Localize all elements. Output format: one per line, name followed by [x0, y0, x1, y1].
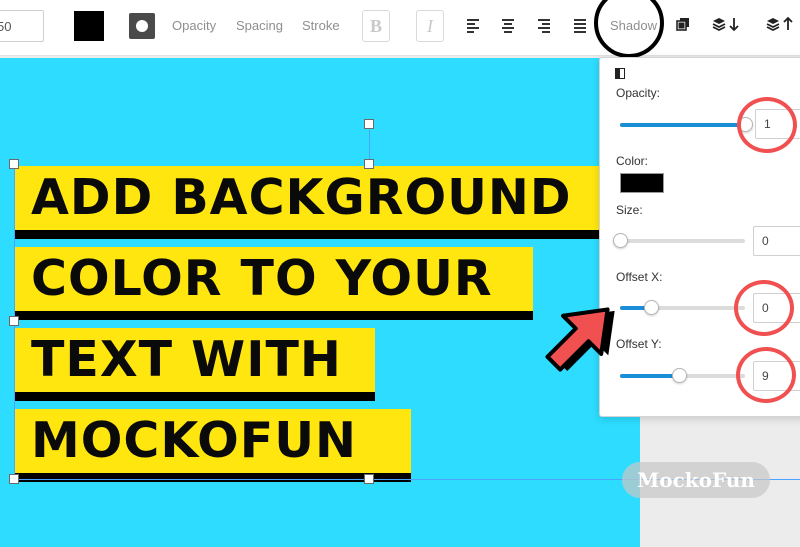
opacity-button[interactable]: Opacity	[172, 18, 216, 33]
resize-handle-bottom[interactable]	[364, 474, 374, 484]
size-slider[interactable]	[613, 233, 745, 248]
background-color-button[interactable]	[129, 13, 155, 39]
offset-y-slider-fill	[620, 374, 679, 378]
offset-y-slider[interactable]	[620, 368, 745, 383]
offset-x-slider-knob[interactable]	[644, 300, 660, 315]
align-right-icon[interactable]	[538, 19, 550, 33]
font-size-input[interactable]	[0, 10, 44, 42]
headline-line-3[interactable]: TEXT WITH	[15, 328, 375, 392]
circle-icon	[136, 20, 148, 32]
resize-handle-top[interactable]	[364, 159, 374, 169]
offset-x-label: Offset X:	[616, 270, 663, 284]
align-justify-icon[interactable]	[574, 19, 586, 33]
size-slider-knob[interactable]	[613, 233, 628, 248]
duplicate-icon[interactable]	[675, 16, 691, 32]
size-input[interactable]	[753, 226, 800, 256]
size-label: Size:	[616, 203, 643, 217]
color-label: Color:	[616, 154, 649, 168]
layer-up-icon[interactable]	[766, 16, 796, 34]
shadow-highlight-circle	[594, 0, 664, 58]
opacity-slider-fill	[620, 123, 745, 127]
resize-handle-bottom-left[interactable]	[9, 474, 19, 484]
bold-button[interactable]: B	[362, 10, 390, 42]
mockofun-watermark: MockoFun	[622, 462, 770, 498]
offset-y-highlight-circle	[736, 347, 796, 403]
opacity-slider[interactable]	[620, 117, 753, 132]
opacity-highlight-circle	[737, 97, 797, 153]
spacing-button[interactable]: Spacing	[236, 18, 283, 33]
headline-line-4[interactable]: MOCKOFUN	[15, 409, 411, 473]
text-color-swatch[interactable]	[74, 11, 104, 41]
resize-handle-top-left[interactable]	[9, 159, 19, 169]
opacity-label: Opacity:	[616, 86, 661, 100]
headline-line-2[interactable]: COLOR TO YOUR	[15, 247, 533, 311]
offset-x-highlight-circle	[734, 280, 794, 336]
shadow-toggle-icon[interactable]	[615, 68, 625, 79]
layer-down-icon[interactable]	[712, 16, 742, 34]
pointer-arrow-icon	[545, 307, 615, 372]
shadow-color-swatch[interactable]	[620, 173, 664, 193]
selection-border-bottom	[14, 479, 640, 480]
headline-line-1[interactable]: ADD BACKGROUND	[15, 166, 615, 230]
align-left-icon[interactable]	[467, 19, 479, 33]
italic-button[interactable]: I	[416, 10, 444, 42]
align-center-icon[interactable]	[502, 19, 514, 33]
rotate-handle[interactable]	[364, 119, 374, 129]
stroke-button[interactable]: Stroke	[302, 18, 340, 33]
top-toolbar: Opacity Spacing Stroke B I Shadow	[0, 0, 800, 58]
offset-y-slider-knob[interactable]	[671, 368, 687, 383]
offset-x-slider[interactable]	[620, 300, 745, 315]
resize-handle-left[interactable]	[9, 316, 19, 326]
